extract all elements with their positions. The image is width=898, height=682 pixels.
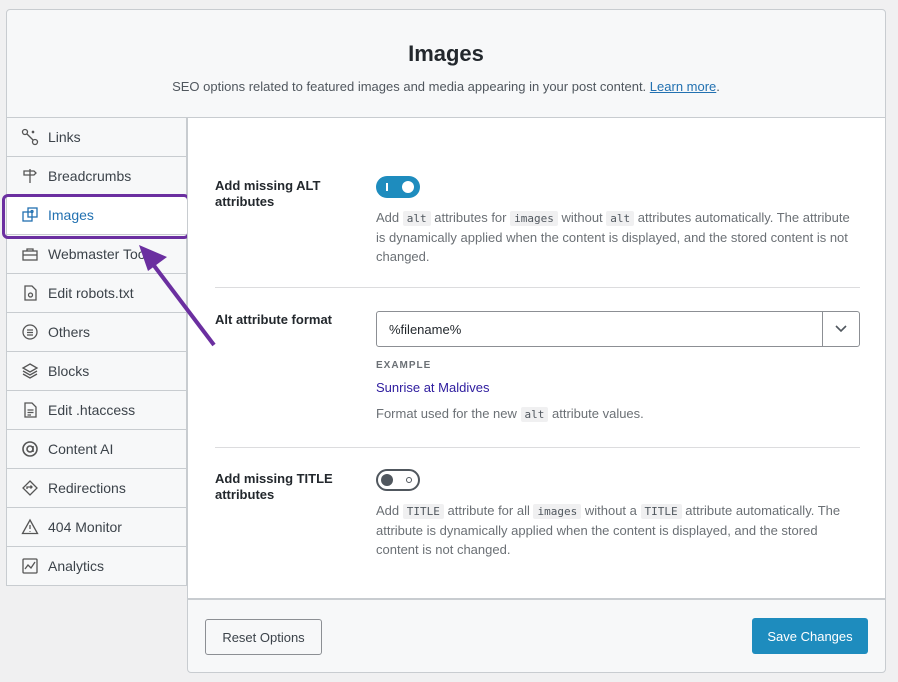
highlight-box	[2, 194, 190, 239]
setting-description: Add TITLE attribute for all images witho…	[376, 503, 841, 557]
sidebar-item-analytics[interactable]: Analytics	[6, 547, 187, 586]
robot-file-icon	[20, 283, 40, 303]
setting-row-alt-format: Alt attribute format %filename% EXAMPLE …	[215, 304, 860, 434]
setting-label: Add missing ALT attributes	[215, 178, 321, 209]
divider	[215, 287, 860, 288]
alt-format-select[interactable]: %filename%	[376, 311, 860, 347]
redirections-icon	[20, 478, 40, 498]
analytics-icon	[20, 556, 40, 576]
reset-options-button[interactable]: Reset Options	[205, 619, 322, 655]
chevron-down-icon[interactable]	[822, 312, 859, 346]
sidebar-nav: Links Breadcrumbs Images Webmaster Tools…	[6, 118, 187, 586]
title-toggle[interactable]	[376, 469, 420, 491]
list-circle-icon	[20, 322, 40, 342]
divider	[215, 447, 860, 448]
sidebar-item-edit-htaccess[interactable]: Edit .htaccess	[6, 391, 187, 430]
setting-row-title: Add missing TITLE attributes Add TITLE a…	[215, 461, 860, 561]
settings-panel: Images SEO options related to featured i…	[2, 9, 886, 673]
sidebar-item-content-ai[interactable]: Content AI	[6, 430, 187, 469]
warning-icon	[20, 517, 40, 537]
setting-label: Alt attribute format	[215, 312, 332, 327]
toolbox-icon	[20, 244, 40, 264]
blocks-icon	[20, 361, 40, 381]
save-changes-button[interactable]: Save Changes	[752, 618, 868, 654]
sidebar-item-blocks[interactable]: Blocks	[6, 352, 187, 391]
file-lines-icon	[20, 400, 40, 420]
alt-toggle[interactable]	[376, 176, 420, 198]
signpost-icon	[20, 166, 40, 186]
example-label: EXAMPLE	[376, 360, 432, 371]
sidebar-item-links[interactable]: Links	[6, 118, 187, 157]
example-value: Sunrise at Maldives	[376, 380, 490, 395]
setting-description: Format used for the new alt attribute va…	[376, 406, 644, 422]
alt-format-value: %filename%	[389, 321, 462, 337]
settings-content: Add missing ALT attributes Add alt attri…	[187, 118, 886, 599]
footer-bar: Reset Options Save Changes	[187, 599, 886, 673]
page-subtitle: SEO options related to featured images a…	[172, 79, 720, 94]
page-title: Images	[408, 41, 484, 66]
setting-row-alt: Add missing ALT attributes Add alt attri…	[215, 168, 860, 268]
sidebar-item-breadcrumbs[interactable]: Breadcrumbs	[6, 157, 187, 196]
setting-description: Add alt attributes for images without al…	[376, 210, 850, 264]
page-header: Images SEO options related to featured i…	[6, 9, 886, 118]
pointer-arrow	[139, 245, 216, 347]
sidebar-item-404-monitor[interactable]: 404 Monitor	[6, 508, 187, 547]
setting-label: Add missing TITLE attributes	[215, 471, 333, 502]
sidebar-item-redirections[interactable]: Redirections	[6, 469, 187, 508]
links-icon	[20, 127, 40, 147]
learn-more-link[interactable]: Learn more	[650, 79, 716, 94]
content-ai-icon	[20, 439, 40, 459]
